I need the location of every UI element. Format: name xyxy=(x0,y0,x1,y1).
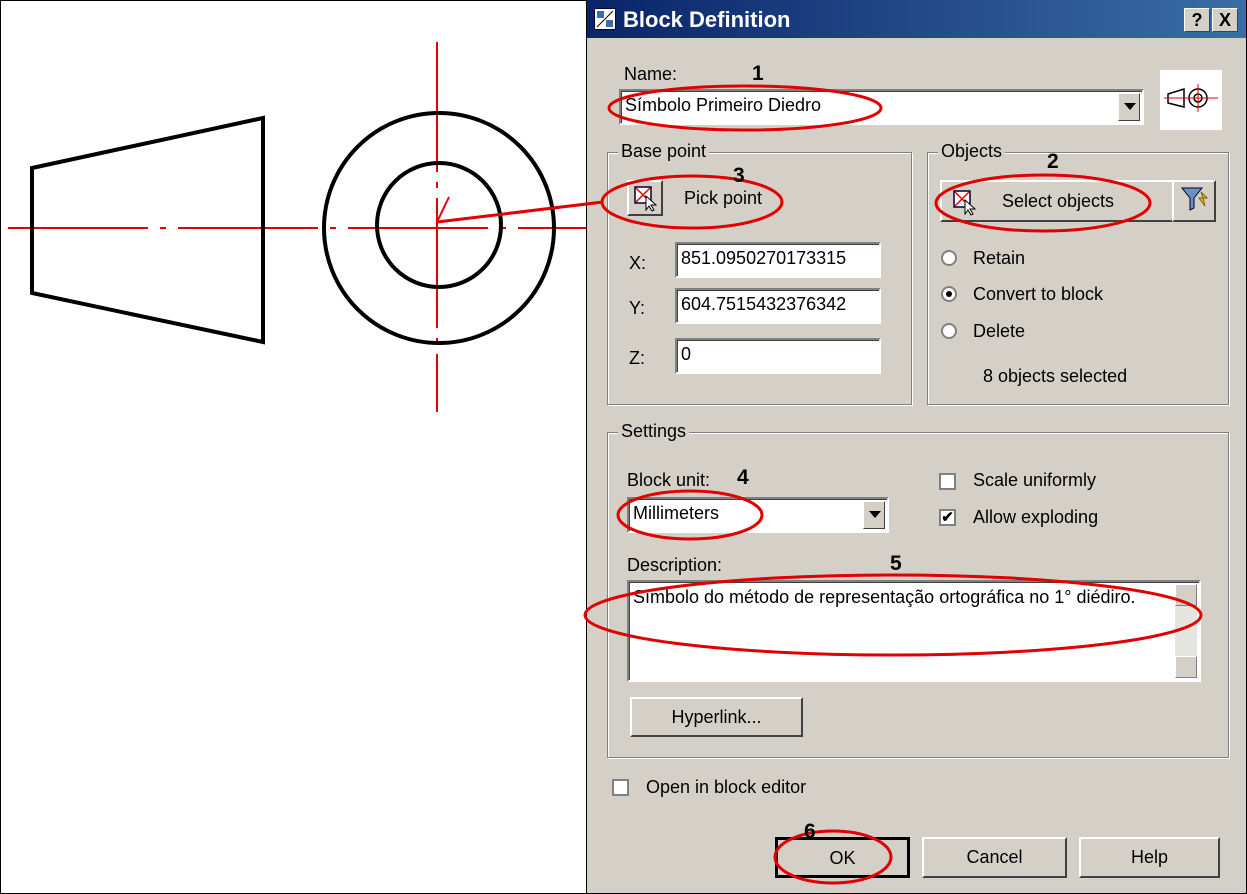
annotation-number-1: 1 xyxy=(752,62,764,85)
annotation-ellipse-description xyxy=(583,573,1203,657)
annotation-overlay xyxy=(436,84,1203,885)
annotation-number-6: 6 xyxy=(804,820,816,843)
annotation-number-4: 4 xyxy=(737,466,749,489)
annotation-number-2: 2 xyxy=(1047,150,1059,173)
annotation-ellipse-block-unit xyxy=(616,489,764,541)
annotation-ellipse-select-objects xyxy=(934,173,1152,233)
annotation-leader-line xyxy=(436,200,604,224)
annotation-number-5: 5 xyxy=(890,552,902,575)
annotation-ellipse-ok xyxy=(773,829,893,885)
annotation-number-3: 3 xyxy=(733,164,745,187)
annotation-ellipse-name xyxy=(607,84,883,132)
annotation-ellipse-pick-point xyxy=(600,174,784,230)
